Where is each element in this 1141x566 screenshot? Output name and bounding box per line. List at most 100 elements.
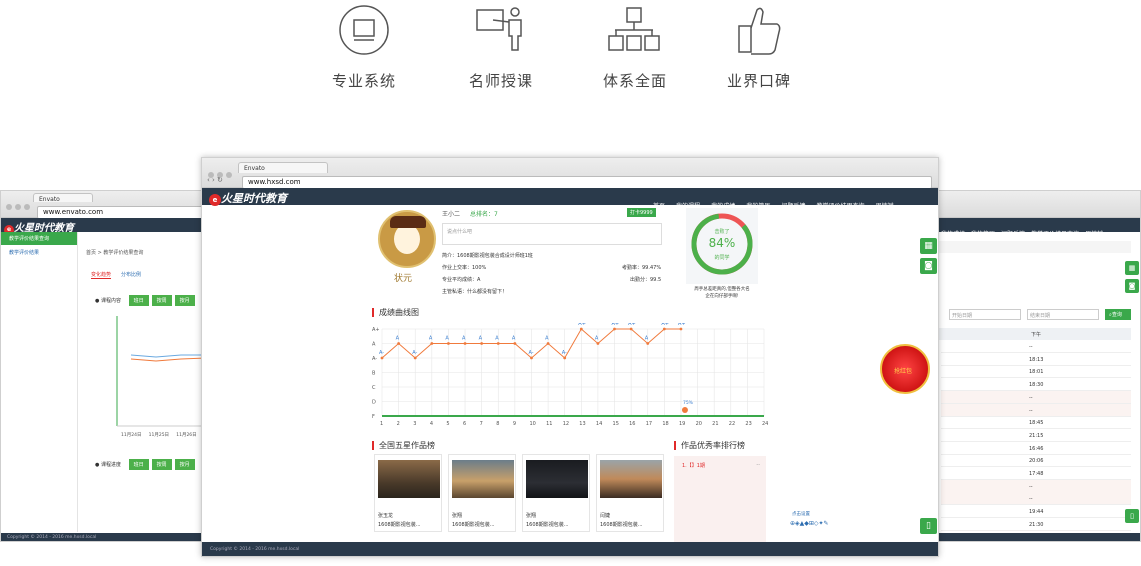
time-cell: 19:44 [1029,509,1044,516]
time-cell: 18:13 [1029,356,1044,363]
logo[interactable]: e 火星时代教育 [209,190,287,206]
red-packet-icon[interactable]: 抢红包 [880,344,930,394]
work-card[interactable]: 闫婕 1608期影视包装... [596,454,664,532]
nav-item[interactable]: 我的成绩 [941,229,965,238]
x-tick-label: 7 [480,421,483,427]
x-tick-label: 23 [745,421,751,427]
data-point [530,356,533,360]
nav-feedback[interactable]: 问题反馈 [781,201,805,210]
end-date-input[interactable]: 结束日期 [1027,309,1099,320]
camera-icon[interactable]: ◙ [1125,279,1139,293]
share-toolbar-icon[interactable]: ⊕◈▲◆⊞◇✦✎ [790,520,829,527]
x-tick-label: 3 [413,421,416,427]
time-cell: -- [1029,483,1033,490]
time-cell: 20:06 [1029,458,1044,465]
browser-tab[interactable]: Envato [238,162,328,173]
col-header: 下午 [1031,332,1042,338]
rank-item-value: -- [756,462,760,468]
table-row: -- [941,492,1131,506]
tab-ratio[interactable]: 分布比例 [121,271,141,278]
chart-title: 成绩曲线图 [372,308,419,317]
time-cell: -- [1029,394,1033,401]
x-tick-label: 2 [397,421,400,427]
user-menu[interactable]: 周楠斌 [1085,229,1103,238]
calendar-icon[interactable]: ▦ [920,238,937,254]
y-tick-label: B [372,371,376,377]
week-button[interactable]: 按周 [151,459,172,470]
nav-menu: 首页 我的课程 我的成绩 我的简历 问题反馈 教学评价结果查询 周楠斌 [647,193,894,212]
table-row: 16:46 [941,442,1131,455]
nav-menu: 我的成绩 我的简历 问题反馈 教学评价结果查询 周楠斌 [935,221,1103,240]
browser-chrome: Envato ‹ › ↻ www.hxsd.com [202,158,938,189]
data-point [629,327,633,331]
table-row: -- [941,403,1131,417]
footer: Copyright © 2014 - 2016 me.hxsd.local [202,542,938,556]
nav-arrows-icon[interactable]: ‹ › ↻ [207,176,223,184]
time-cell: -- [1029,407,1033,414]
work-card[interactable]: 张玉龙 1608期影视包装... [374,454,442,532]
feature-item: 业界口碑 [709,0,809,91]
work-card[interactable]: 张翔 1608期影视包装... [448,454,516,532]
work-desc: 1608期影视包装... [526,522,569,528]
nav-item[interactable]: 教学评价结果查询 [1031,229,1079,238]
x-tick-label: 1 [380,421,383,427]
table-row: 19:44 [941,505,1131,519]
nav-evaluation[interactable]: 教学评价结果查询 [817,201,865,210]
x-tick-label: 24 [762,421,768,427]
query-button[interactable]: ⌕查询 [1105,309,1131,320]
row-course-progress: ● 课程进度 班日 按周 按月 [95,459,198,470]
user-menu[interactable]: 周楠斌 [876,201,894,210]
data-label: A+ [678,323,686,327]
main-browser-window: Envato ‹ › ↻ www.hxsd.com e 火星时代教育 首页 我的课… [201,157,939,557]
table-row: 18:01 [941,365,1131,379]
day-button[interactable]: 班日 [128,459,149,470]
data-label: A+ [612,323,620,327]
calendar-icon[interactable]: ▦ [1125,261,1139,275]
x-tick-label: 15 [613,421,619,427]
data-point [579,327,583,331]
y-tick-label: D [372,400,376,406]
avg-grade: 专业平均成绩：A [442,277,481,283]
checkin-badge[interactable]: 打卡9999 [627,208,656,217]
status-input[interactable]: 说点什么吧 [442,223,662,245]
data-point [447,342,450,345]
month-button[interactable]: 按月 [174,295,195,306]
time-cell: 18:45 [1029,420,1044,427]
attendance-score: 出勤分：99.5 [630,277,662,283]
browser-tab[interactable]: Envato [33,193,93,203]
data-point [662,327,666,331]
work-card[interactable]: 张翔 1608期影视包装... [522,454,590,532]
sidebar-item[interactable]: 教学评价结果 [1,245,77,260]
feature-item: 专业系统 [314,0,414,91]
nav-item[interactable]: 问题反馈 [1001,229,1025,238]
rank-list: 1.【】1期 -- [674,456,766,542]
data-point [563,356,567,360]
work-author: 闫婕 [600,513,611,519]
x-tick-label: 19 [679,421,685,427]
sidebar-item-active[interactable]: 教学评价结果查询 [1,232,77,245]
week-button[interactable]: 按周 [151,295,172,306]
navbar: e 火星时代教育 首页 我的课程 我的成绩 我的简历 问题反馈 教学评价结果查询 … [202,188,938,210]
data-label: A+ [661,323,669,327]
tab-trend[interactable]: 变化趋势 [91,271,112,279]
data-point [380,356,384,360]
nav-item[interactable]: 我的简历 [971,229,995,238]
window-controls[interactable] [6,195,33,214]
rank-item[interactable]: 1.【】1期 [682,462,705,469]
y-tick-label: A- [372,356,377,362]
x-tick-label: 4 [430,421,433,427]
table-row: -- [941,479,1131,493]
day-button[interactable]: 班日 [128,295,149,306]
left-mini-chart [116,316,214,427]
month-button[interactable]: 按月 [174,459,195,470]
work-author: 张翔 [452,513,463,519]
tool-settings-link[interactable]: 点击设置 [792,511,810,517]
data-label: A [396,336,400,342]
right-browser-window: 我的成绩 我的简历 问题反馈 教学评价结果查询 周楠斌 开始日期 结束日期 ⌕查询 下午… [930,190,1141,542]
time-cell: 18:30 [1029,382,1044,389]
phone-icon[interactable]: ▯ [920,518,937,534]
camera-icon[interactable]: ◙ [920,258,937,274]
data-point [596,342,600,345]
start-date-input[interactable]: 开始日期 [949,309,1021,320]
phone-icon[interactable]: ▯ [1125,509,1139,523]
